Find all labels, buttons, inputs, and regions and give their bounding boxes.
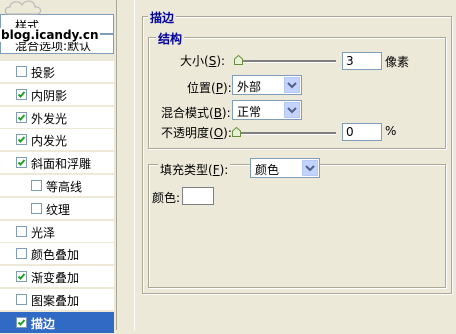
checkmark-icon bbox=[17, 91, 26, 98]
checkmark-icon bbox=[17, 273, 26, 280]
checkmark-icon bbox=[17, 159, 26, 166]
chevron-down-icon[interactable] bbox=[284, 102, 300, 118]
fill-type-select[interactable]: 颜色 bbox=[250, 158, 320, 178]
color-swatch[interactable] bbox=[182, 187, 214, 205]
checkbox[interactable] bbox=[16, 66, 27, 77]
checkbox[interactable] bbox=[16, 248, 27, 259]
sidebar-item-label: 投影 bbox=[31, 66, 56, 80]
opacity-label: 不透明度(O): bbox=[161, 126, 232, 140]
size-slider-track[interactable] bbox=[236, 60, 336, 63]
sidebar-item[interactable]: 渐变叠加 bbox=[0, 266, 114, 288]
sidebar-item[interactable]: 纹理 bbox=[0, 198, 114, 220]
checkbox[interactable] bbox=[16, 294, 27, 305]
sidebar-item-label: 纹理 bbox=[46, 203, 71, 217]
sidebar-item[interactable]: 内阴影 bbox=[0, 84, 114, 106]
checkbox[interactable] bbox=[16, 157, 27, 168]
chevron-down-icon[interactable] bbox=[284, 77, 300, 93]
size-input[interactable]: 3 bbox=[342, 52, 382, 70]
size-slider-thumb[interactable] bbox=[234, 55, 243, 65]
checkbox[interactable] bbox=[16, 89, 27, 100]
position-select[interactable]: 外部 bbox=[232, 75, 302, 95]
sidebar-item-label: 等高线 bbox=[46, 180, 83, 194]
styles-sidebar: 样式 混合选项:默认 blog.icandy.cn 投影 内阴影 外发光 内发光 斜面和… bbox=[0, 0, 117, 334]
sidebar-item-label: 颜色叠加 bbox=[31, 248, 80, 262]
checkbox[interactable] bbox=[16, 317, 27, 328]
opacity-input[interactable]: 0 bbox=[342, 123, 382, 141]
checkbox[interactable] bbox=[16, 112, 27, 123]
checkbox[interactable] bbox=[31, 180, 42, 191]
fill-type-group bbox=[148, 164, 446, 288]
checkmark-icon bbox=[17, 114, 26, 121]
checkbox[interactable] bbox=[31, 203, 42, 214]
color-label: 颜色: bbox=[152, 191, 181, 205]
checkbox[interactable] bbox=[16, 134, 27, 145]
sidebar-item[interactable]: 光泽 bbox=[0, 221, 114, 243]
watermark-text: blog.icandy.cn bbox=[0, 28, 100, 42]
opacity-unit: % bbox=[385, 124, 397, 138]
blend-mode-select-value: 正常 bbox=[237, 105, 262, 119]
sidebar-item-label: 斜面和浮雕 bbox=[31, 157, 92, 171]
blend-mode-label: 混合模式(B): bbox=[161, 106, 231, 120]
opacity-slider-track[interactable] bbox=[236, 132, 336, 135]
sidebar-item[interactable]: 颜色叠加 bbox=[0, 243, 114, 265]
sidebar-item-label: 内发光 bbox=[31, 134, 68, 148]
position-select-value: 外部 bbox=[237, 80, 262, 94]
sidebar-item-label: 描边 bbox=[31, 317, 56, 331]
sidebar-item[interactable]: 投影 bbox=[0, 61, 114, 83]
sidebar-item[interactable]: 外发光 bbox=[0, 107, 114, 129]
sidebar-item[interactable]: 描边 bbox=[0, 312, 114, 334]
position-label: 位置(P): bbox=[187, 81, 232, 95]
sidebar-item-label: 内阴影 bbox=[31, 89, 68, 103]
sidebar-item[interactable]: 等高线 bbox=[0, 175, 114, 197]
sidebar-item-label: 外发光 bbox=[31, 112, 68, 126]
checkmark-icon bbox=[17, 136, 26, 143]
sidebar-item-label: 图案叠加 bbox=[31, 294, 80, 308]
size-unit: 像素 bbox=[385, 55, 410, 69]
sidebar-item-label: 光泽 bbox=[31, 226, 56, 240]
sidebar-item[interactable]: 内发光 bbox=[0, 129, 114, 151]
stroke-title: 描边 bbox=[148, 9, 177, 26]
fill-type-select-value: 颜色 bbox=[255, 163, 280, 177]
checkbox[interactable] bbox=[16, 271, 27, 282]
fill-type-label: 填充类型(F): bbox=[158, 161, 231, 178]
opacity-slider-thumb[interactable] bbox=[232, 127, 241, 137]
cloud-logo-icon bbox=[4, 0, 42, 15]
checkmark-icon bbox=[17, 319, 26, 326]
sidebar-item-label: 渐变叠加 bbox=[31, 271, 80, 285]
blend-mode-select[interactable]: 正常 bbox=[232, 100, 302, 120]
structure-title: 结构 bbox=[156, 30, 185, 47]
size-label: 大小(S): bbox=[180, 54, 226, 68]
sidebar-item[interactable]: 斜面和浮雕 bbox=[0, 152, 114, 174]
checkbox[interactable] bbox=[16, 226, 27, 237]
sidebar-item[interactable]: 图案叠加 bbox=[0, 289, 114, 311]
chevron-down-icon[interactable] bbox=[302, 160, 318, 176]
